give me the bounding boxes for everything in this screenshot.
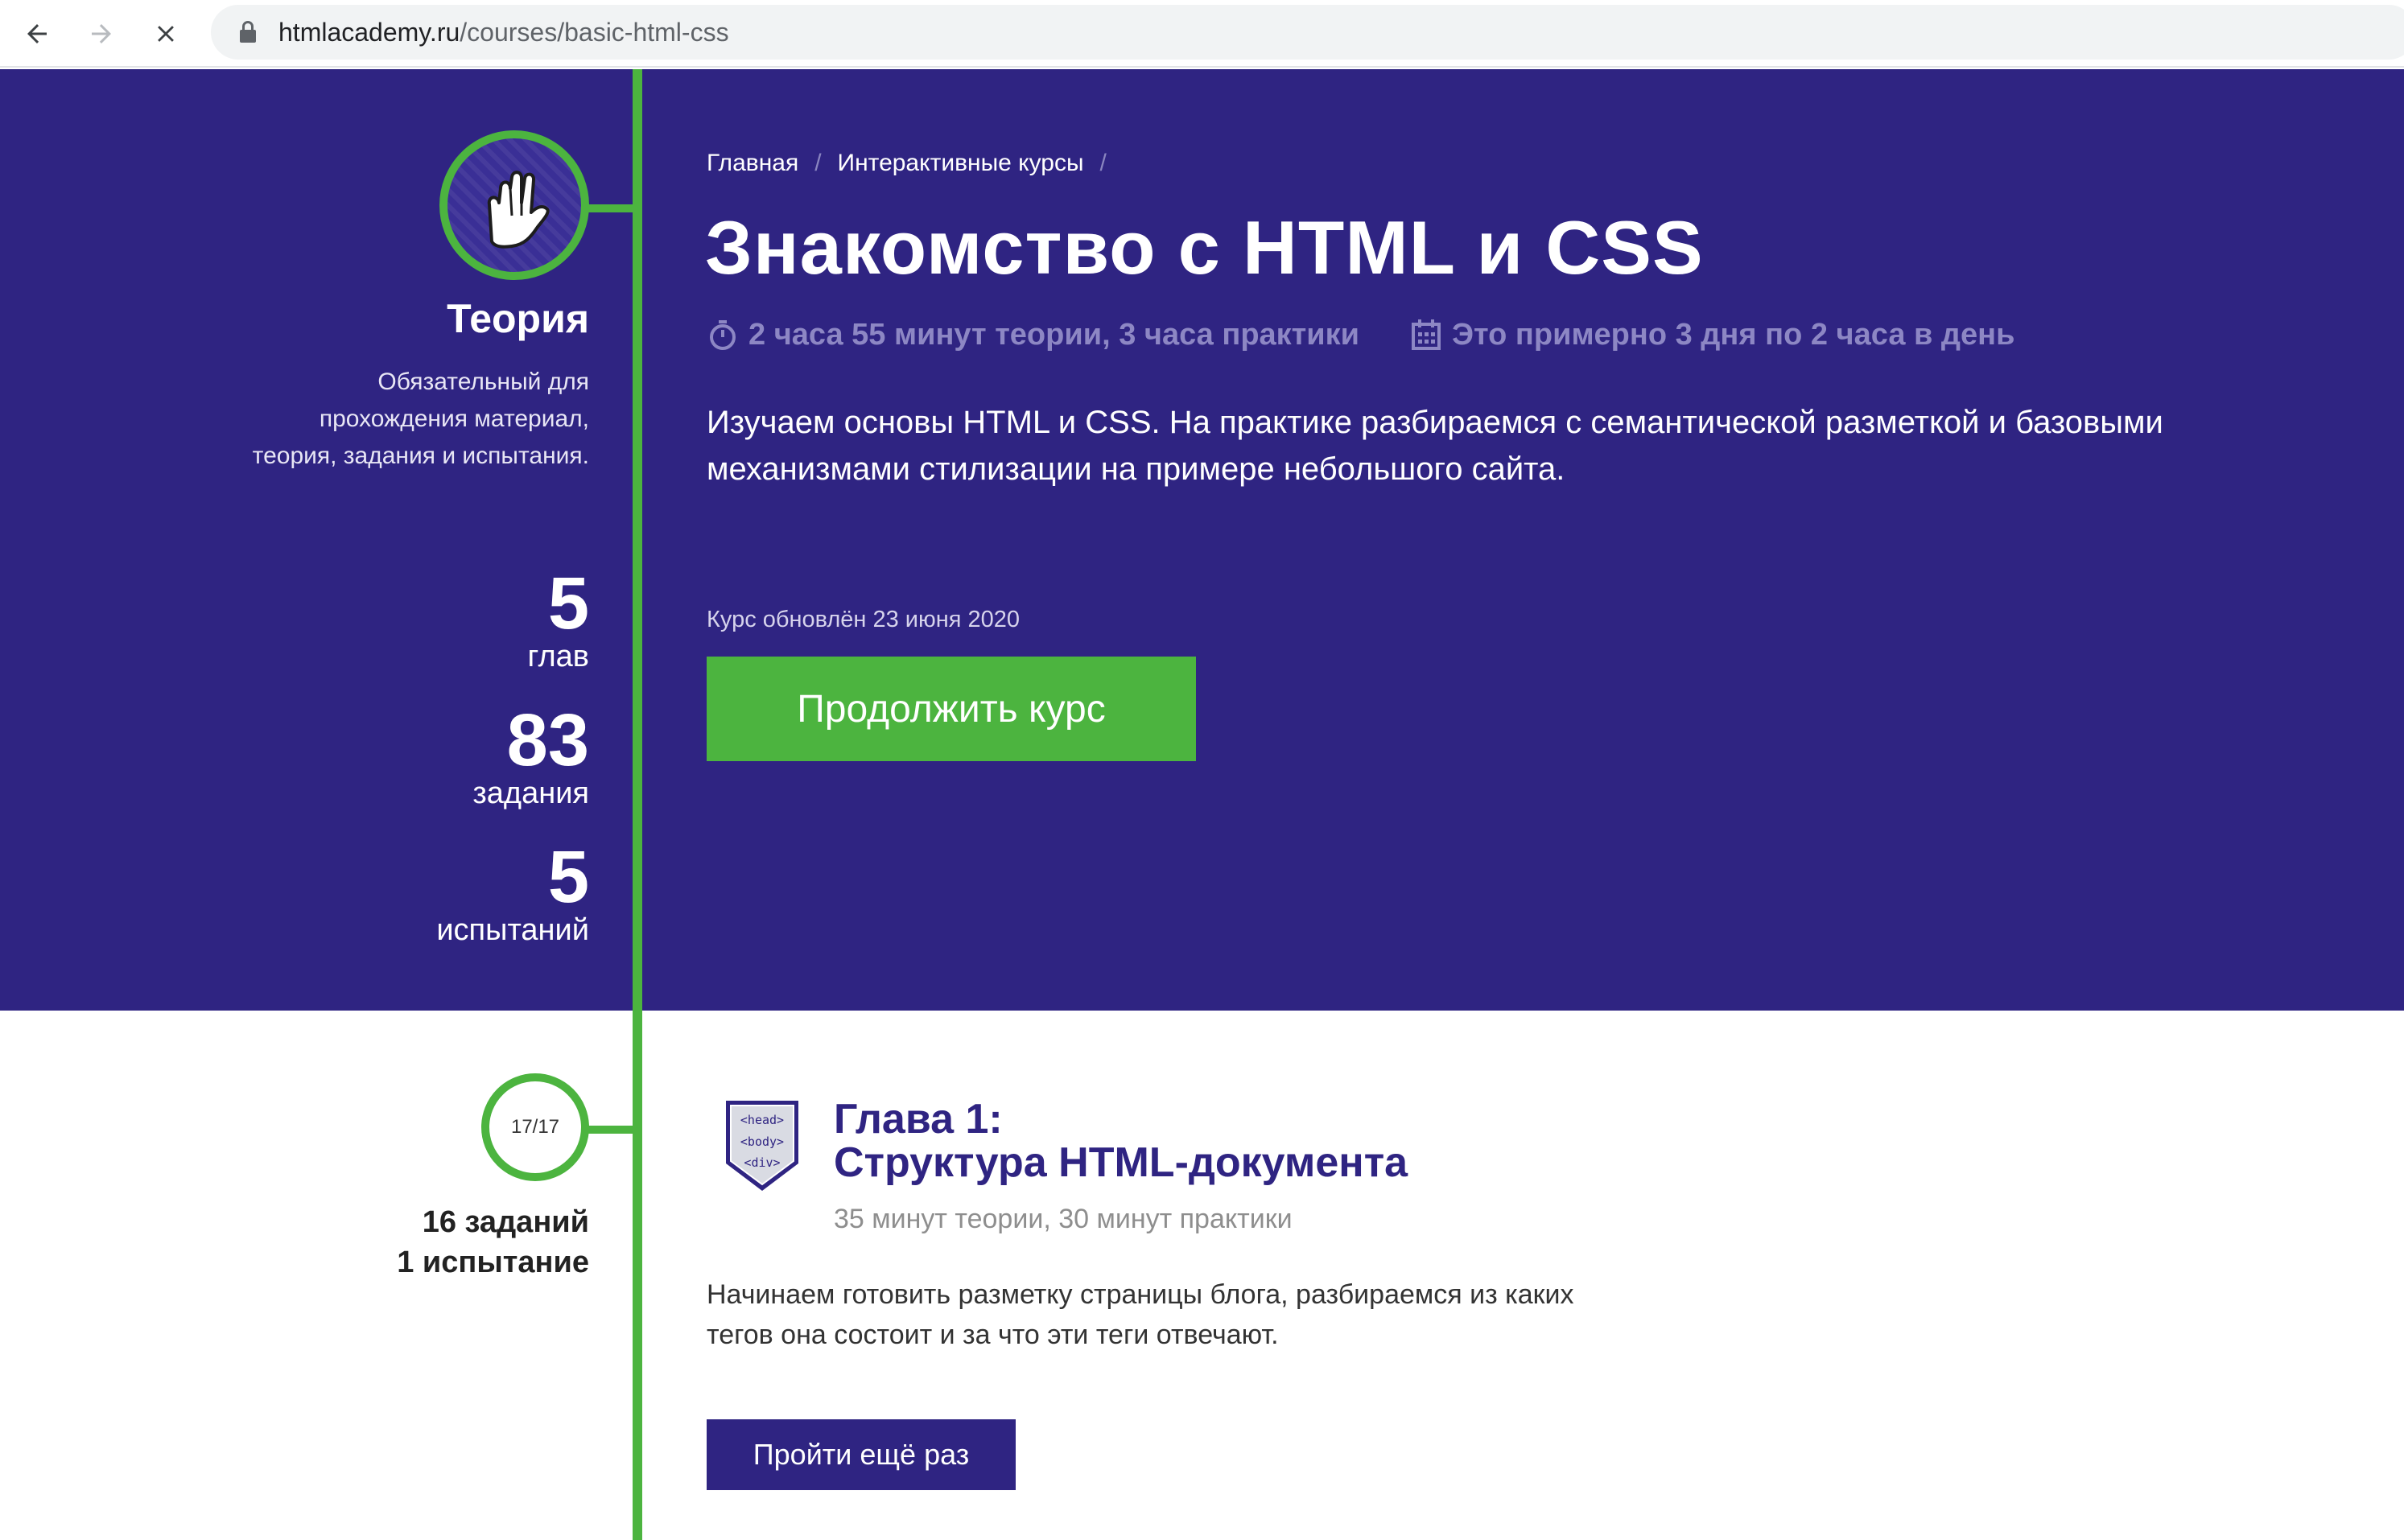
close-icon — [158, 26, 174, 42]
address-bar[interactable]: htmlacademy.ru/courses/basic-html-css — [211, 5, 2404, 60]
stat-value: 5 — [547, 836, 589, 918]
calendar-icon — [1412, 319, 1441, 350]
stat-tests: 5 испытаний — [436, 840, 589, 946]
course-updated-date: Курс обновлён 23 июня 2020 — [707, 607, 1021, 632]
stat-value: 83 — [506, 699, 589, 781]
url-path: /courses/basic-html-css — [460, 18, 729, 47]
timeline-branch — [584, 204, 636, 212]
chapter-tasks-count: 16 заданий — [422, 1205, 589, 1239]
stop-button[interactable] — [143, 11, 188, 56]
breadcrumb-separator: / — [814, 150, 822, 176]
breadcrumb-separator: / — [1099, 150, 1107, 176]
section-description: Обязательный для прохождения материал, т… — [252, 369, 589, 469]
stat-tasks: 83 задания — [472, 703, 589, 809]
back-button[interactable] — [14, 11, 60, 56]
timeline-line — [633, 69, 642, 1540]
vulcan-salute-hand-icon — [439, 130, 589, 280]
url-text: htmlacademy.ru/courses/basic-html-css — [278, 19, 729, 46]
stat-label: глав — [527, 640, 589, 673]
page-title: Знакомство с HTML и CSS — [705, 205, 1704, 290]
url-host: htmlacademy.ru — [278, 18, 460, 47]
chapter-description: Начинаем готовить разметку страницы блог… — [707, 1279, 1574, 1350]
lock-icon[interactable] — [240, 21, 256, 43]
chapter-stats: 16 заданий 1 испытание — [397, 1202, 589, 1283]
forward-button[interactable] — [79, 11, 124, 56]
chapter-number: Глава 1: — [834, 1096, 1003, 1143]
badge-tag-head: <head> — [740, 1113, 784, 1127]
breadcrumb-home[interactable]: Главная — [707, 150, 798, 176]
section-title: Теория — [447, 296, 589, 341]
arrow-left-icon — [27, 24, 47, 43]
chapter-title[interactable]: Глава 1: Структура HTML-документа — [834, 1097, 1408, 1184]
breadcrumb: Главная / Интерактивные курсы / — [707, 150, 1123, 177]
course-schedule: Это примерно 3 дня по 2 часа в день — [1452, 318, 2015, 352]
continue-course-button[interactable]: Продолжить курс — [707, 657, 1196, 761]
arrow-right-icon — [92, 24, 111, 43]
replay-chapter-button[interactable]: Пройти ещё раз — [707, 1419, 1016, 1490]
badge-tag-body: <body> — [740, 1134, 784, 1149]
course-duration: 2 часа 55 минут теории, 3 часа практики — [748, 318, 1360, 352]
chapter-name: Структура HTML-документа — [834, 1139, 1408, 1186]
breadcrumb-courses[interactable]: Интерактивные курсы — [838, 150, 1084, 176]
timeline-branch — [584, 1126, 636, 1134]
stat-label: испытаний — [436, 913, 589, 947]
stat-value: 5 — [547, 562, 589, 644]
chapter-progress: 17/17 — [481, 1073, 589, 1181]
stat-chapters: 5 глав — [527, 566, 589, 673]
chapter-tests-count: 1 испытание — [397, 1246, 589, 1279]
badge-tag-div: <div> — [744, 1155, 780, 1170]
course-description: Изучаем основы HTML и CSS. На практике р… — [707, 405, 2163, 487]
chapter-duration: 35 минут теории, 30 минут практики — [834, 1204, 1293, 1234]
timer-icon — [710, 320, 736, 350]
html-tags-badge-icon: <head> <body> <div> — [726, 1101, 798, 1191]
browser-toolbar: htmlacademy.ru/courses/basic-html-css — [0, 0, 2404, 68]
stat-label: задания — [472, 776, 589, 810]
